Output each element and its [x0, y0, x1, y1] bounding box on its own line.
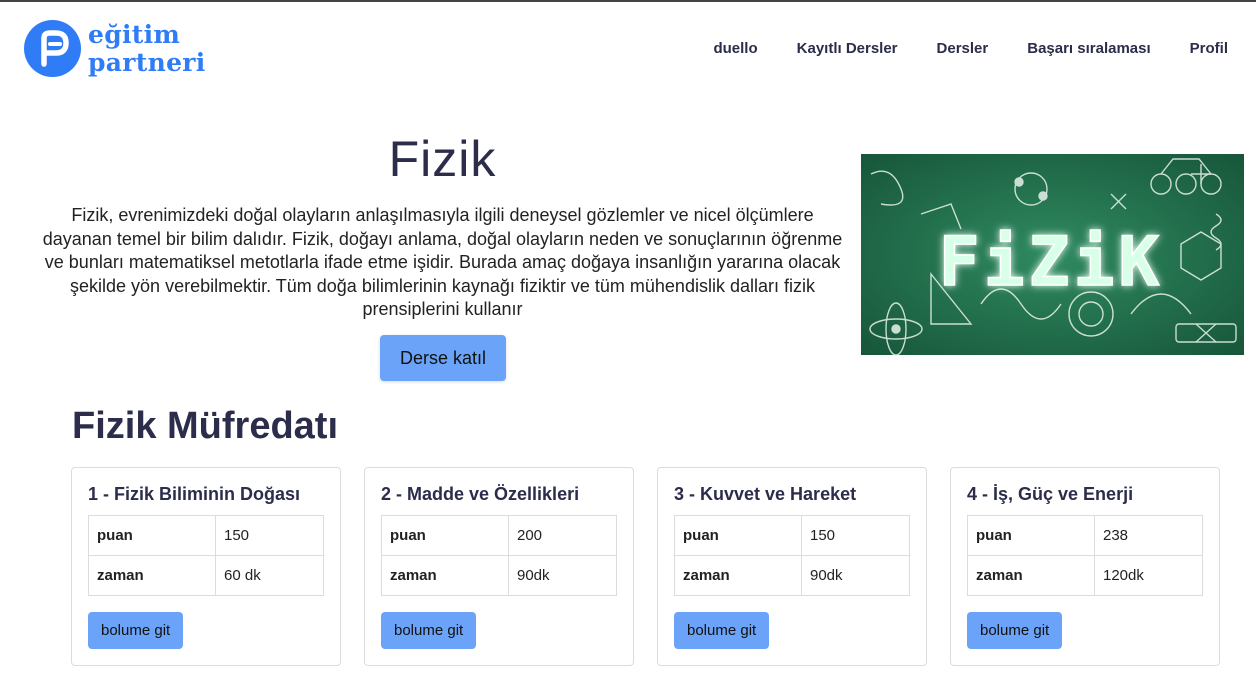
score-value: 150: [215, 515, 324, 556]
score-label: puan: [88, 515, 216, 556]
brand-wordmark: eğitim partneri: [88, 19, 206, 77]
score-label: puan: [967, 515, 1095, 556]
time-label: zaman: [967, 555, 1095, 596]
course-description: Fizik, evrenimizdeki doğal olayların anl…: [42, 205, 843, 319]
table-row: puan 200: [381, 515, 617, 556]
nav-courses[interactable]: Dersler: [937, 40, 989, 57]
go-to-unit-button[interactable]: bolume git: [88, 612, 184, 649]
go-to-unit-button[interactable]: bolume git: [381, 612, 477, 649]
site-header: eğitim partneri duello Kayıtlı Dersler D…: [0, 2, 1256, 97]
table-row: puan 150: [88, 515, 324, 556]
unit-card: 1 - Fizik Biliminin Doğası puan 150 zaman…: [71, 467, 341, 666]
unit-info-table: puan 150 zaman 60 dk: [88, 515, 324, 596]
course-banner-image: FiZiK: [861, 154, 1244, 355]
table-row: puan 150: [674, 515, 910, 556]
nav-leaderboard[interactable]: Başarı sıralaması: [1027, 40, 1150, 57]
nav-registered-courses[interactable]: Kayıtlı Dersler: [797, 40, 898, 57]
unit-title: 2 - Madde ve Özellikleri: [381, 484, 580, 504]
score-label: puan: [674, 515, 802, 556]
unit-info-table: puan 200 zaman 90dk: [381, 515, 617, 596]
go-to-unit-button[interactable]: bolume git: [967, 612, 1063, 649]
nav-duello[interactable]: duello: [713, 40, 757, 57]
score-value: 200: [508, 515, 617, 556]
table-row: zaman 120dk: [967, 555, 1203, 596]
unit-info-table: puan 150 zaman 90dk: [674, 515, 910, 596]
brand-line-1: eğitim: [88, 19, 181, 49]
brand-line-2: partneri: [88, 47, 206, 77]
unit-info-table: puan 238 zaman 120dk: [967, 515, 1203, 596]
time-label: zaman: [381, 555, 509, 596]
unit-title: 3 - Kuvvet ve Hareket: [674, 484, 857, 504]
time-label: zaman: [674, 555, 802, 596]
time-value: 120dk: [1094, 555, 1203, 596]
table-row: puan 238: [967, 515, 1203, 556]
join-course-button[interactable]: Derse katıl: [380, 335, 506, 381]
score-value: 238: [1094, 515, 1203, 556]
unit-card: 3 - Kuvvet ve Hareket puan 150 zaman 90dk …: [657, 467, 927, 666]
time-value: 90dk: [801, 555, 910, 596]
time-value: 60 dk: [215, 555, 324, 596]
table-row: zaman 60 dk: [88, 555, 324, 596]
curriculum-cards: 1 - Fizik Biliminin Doğası puan 150 zaman…: [71, 467, 1243, 666]
go-to-unit-button[interactable]: bolume git: [674, 612, 770, 649]
score-value: 150: [801, 515, 910, 556]
curriculum-title: Fizik Müfredatı: [72, 405, 339, 447]
nav-profile[interactable]: Profil: [1190, 40, 1228, 57]
course-title: Fizik: [388, 131, 497, 187]
unit-card: 4 - İş, Güç ve Enerji puan 238 zaman 120dk…: [950, 467, 1220, 666]
unit-card: 2 - Madde ve Özellikleri puan 200 zaman 90…: [364, 467, 634, 666]
main-nav: duello Kayıtlı Dersler Dersler Başarı sı…: [674, 40, 1228, 57]
time-value: 90dk: [508, 555, 617, 596]
score-label: puan: [381, 515, 509, 556]
logo-icon: [24, 20, 81, 77]
unit-title: 1 - Fizik Biliminin Doğası: [88, 484, 301, 504]
time-label: zaman: [88, 555, 216, 596]
unit-title: 4 - İş, Güç ve Enerji: [967, 484, 1134, 504]
table-row: zaman 90dk: [674, 555, 910, 596]
table-row: zaman 90dk: [381, 555, 617, 596]
banner-text: FiZiK: [939, 223, 1164, 302]
brand-logo[interactable]: eğitim partneri: [24, 20, 206, 77]
